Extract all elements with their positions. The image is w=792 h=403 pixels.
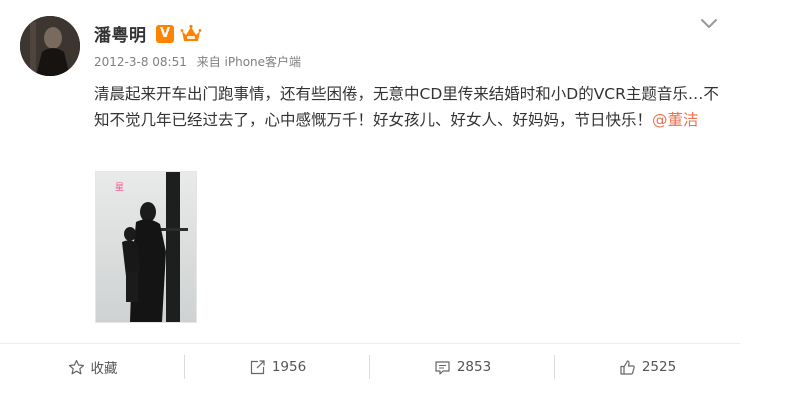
post-source[interactable]: 来自 iPhone客户端 [197, 55, 301, 69]
repost-count: 1956 [271, 359, 307, 375]
thumbs-up-icon [620, 359, 635, 375]
post-body-text: 清晨起来开车出门跑事情，还有些困倦，无意中CD里传来结婚时和小D的VCR主题音乐… [94, 85, 719, 129]
like-count: 2525 [641, 359, 677, 375]
vip-crown-icon[interactable] [180, 23, 202, 45]
favorite-button[interactable]: 收藏 [0, 344, 185, 390]
comment-button[interactable]: 2853 [370, 344, 555, 390]
author-name[interactable]: 潘粤明 [94, 21, 147, 46]
favorite-label: 收藏 [90, 361, 118, 377]
post-image[interactable]: 星 [95, 171, 197, 323]
like-button[interactable]: 2525 [555, 344, 740, 390]
image-label: 星 [115, 182, 124, 193]
star-icon [68, 359, 84, 374]
mention-link[interactable]: @董洁 [652, 111, 699, 129]
repost-icon [250, 359, 265, 374]
comment-count: 2853 [456, 359, 492, 375]
post-text: 清晨起来开车出门跑事情，还有些困倦，无意中CD里传来结婚时和小D的VCR主题音乐… [94, 81, 734, 133]
post-timestamp[interactable]: 2012-3-8 08:51 [94, 55, 187, 69]
chevron-down-icon[interactable] [700, 16, 718, 30]
verified-badge[interactable]: V [156, 25, 174, 43]
avatar-image [20, 16, 80, 76]
avatar[interactable] [20, 16, 80, 76]
post-meta: 2012-3-8 08:51 来自 iPhone客户端 [94, 53, 301, 70]
comment-icon [435, 360, 450, 375]
repost-button[interactable]: 1956 [185, 344, 370, 390]
weibo-post-card: 潘粤明 V 2012-3-8 08:51 来自 iPhone客户端 清晨起来开车… [0, 0, 740, 403]
action-bar: 收藏 1956 2853 2525 [0, 344, 740, 390]
image-thumbnail: 星 [96, 172, 196, 322]
